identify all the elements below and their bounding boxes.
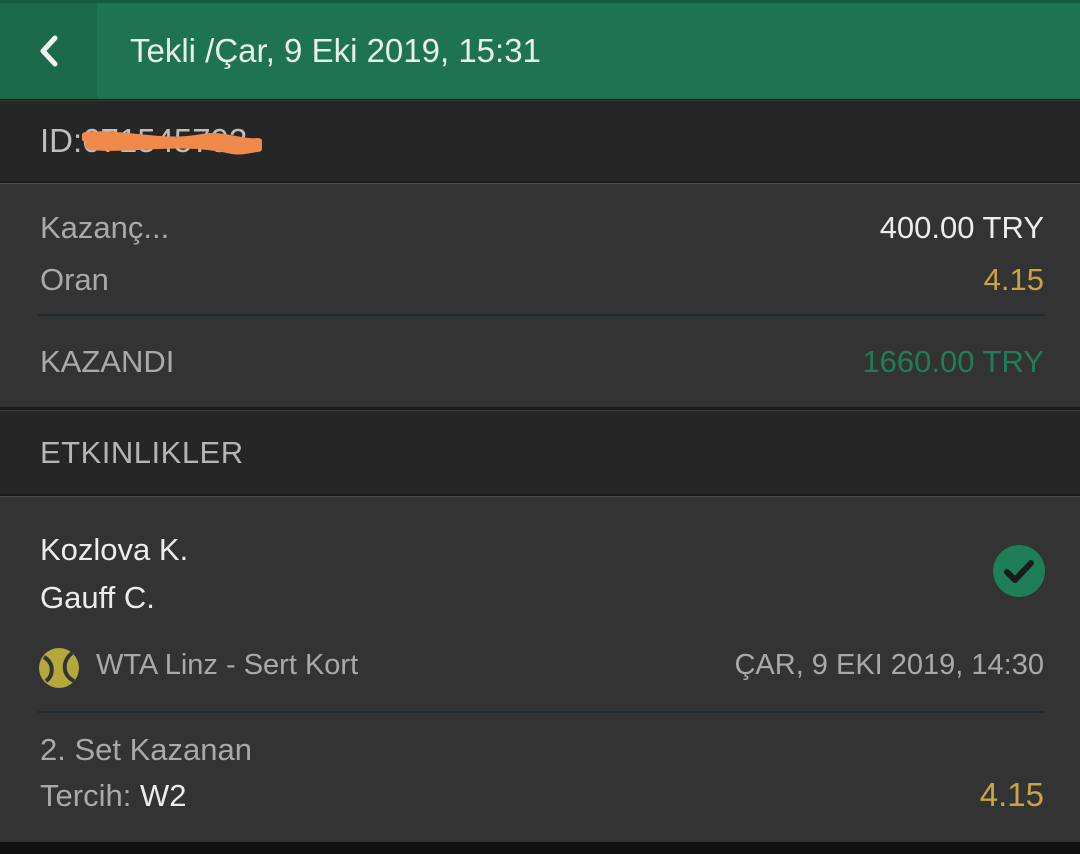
pick-odds: 4.15: [979, 776, 1044, 813]
bet-details-screen: Tekli /Çar, 9 Eki 2019, 15:31 ID:6715457…: [0, 0, 1080, 854]
page-title: Tekli /Çar, 9 Eki 2019, 15:31: [130, 32, 541, 69]
back-button[interactable]: [0, 3, 97, 99]
chevron-left-icon: [40, 35, 57, 67]
events-title: ETKINLIKLER: [40, 435, 244, 470]
stake-value: 400.00 TRY: [879, 210, 1044, 245]
pick-row: Tercih: W2: [40, 778, 186, 814]
bet-id-label: ID:: [40, 122, 83, 159]
pick-value: W2: [139, 778, 187, 813]
app-header: Tekli /Çar, 9 Eki 2019, 15:31: [0, 0, 1080, 99]
league-name: WTA Linz - Sert Kort: [96, 649, 359, 681]
market-name: 2. Set Kazanan: [40, 732, 252, 767]
check-circle-icon: [993, 545, 1045, 597]
event-divider: [38, 711, 1045, 713]
redaction-scribble: [82, 131, 262, 155]
event-card[interactable]: Kozlova K. Gauff C. WTA Linz - Sert Kort…: [0, 496, 1080, 842]
result-value: 1660.00 TRY: [862, 344, 1044, 379]
result-label: KAZANDI: [40, 344, 175, 379]
bet-summary-card: Kazanç... 400.00 TRY Oran 4.15 KAZANDI 1…: [0, 183, 1080, 407]
pick-label: Tercih:: [40, 778, 132, 813]
event-date: ÇAR, 9 EKI 2019, 14:30: [734, 649, 1044, 681]
odds-value: 4.15: [983, 262, 1044, 297]
events-section-header: ETKINLIKLER: [0, 410, 1080, 494]
home-team: Kozlova K.: [40, 532, 189, 567]
odds-label: Oran: [40, 262, 109, 297]
bet-id-row: ID:671545793: [0, 100, 1080, 181]
away-team: Gauff C.: [40, 580, 155, 615]
tennis-ball-icon: [39, 648, 79, 688]
stake-label: Kazanç...: [40, 210, 170, 245]
summary-divider: [38, 314, 1045, 316]
bottom-edge: [0, 842, 1080, 854]
